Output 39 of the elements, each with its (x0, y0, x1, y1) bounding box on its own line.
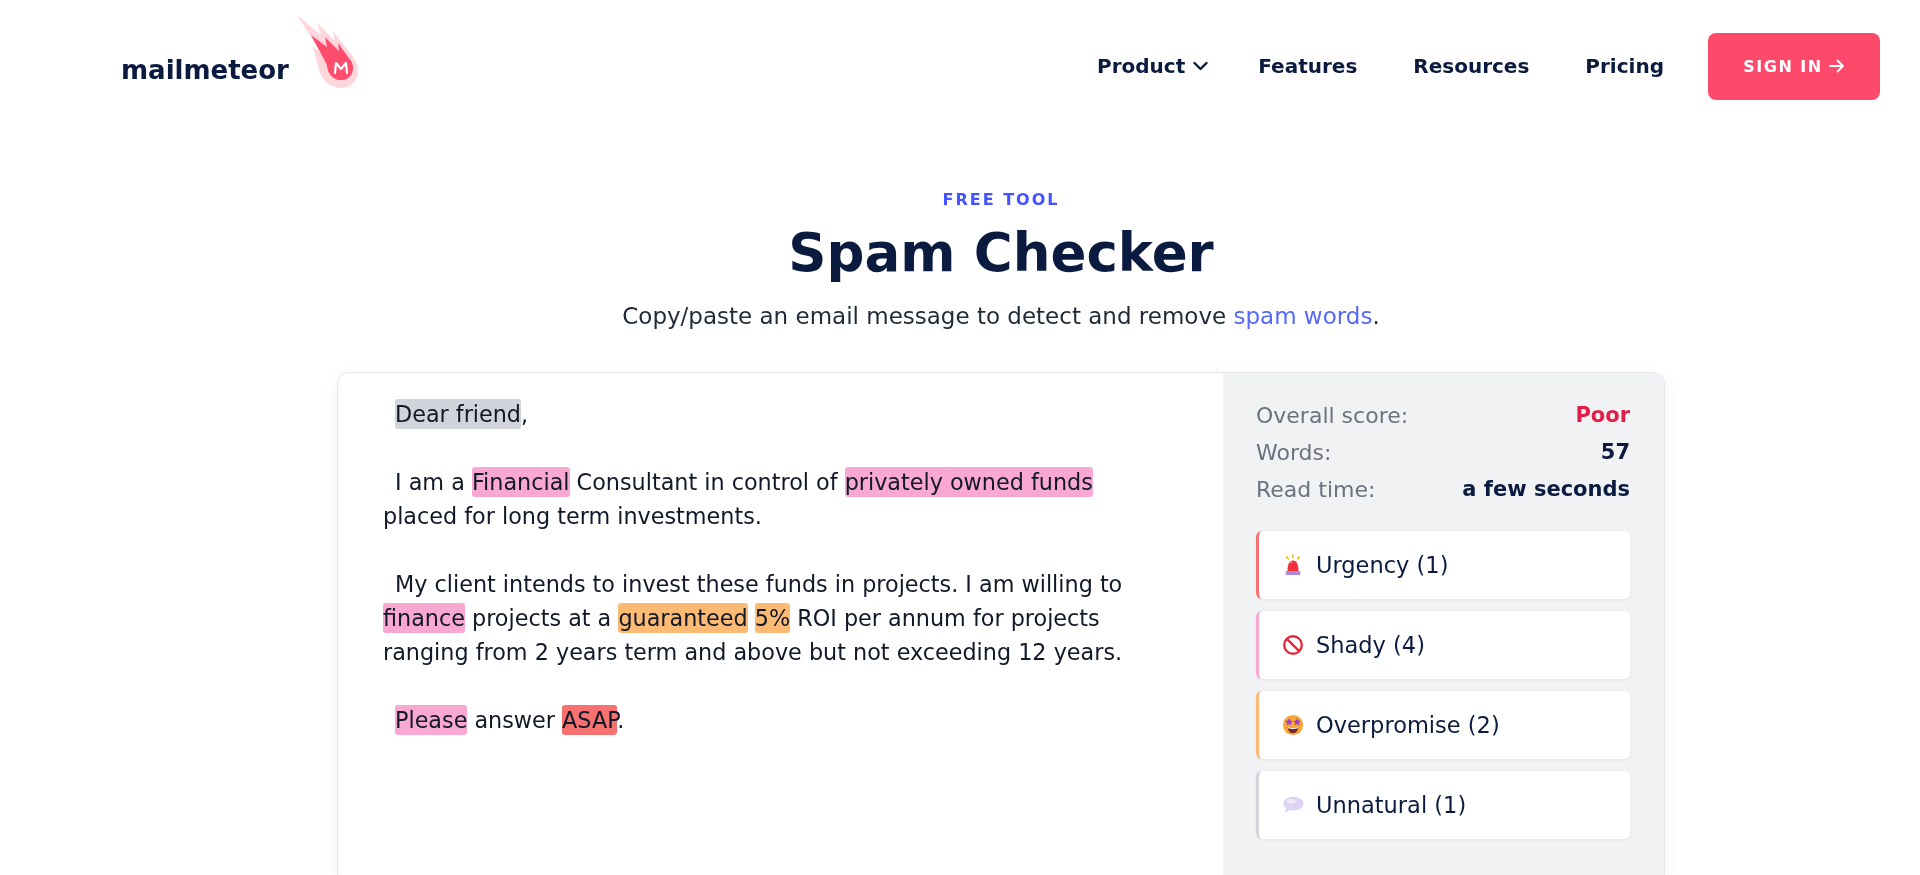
prohibited-sign-icon (1282, 634, 1304, 656)
logo-wordmark[interactable]: mailmeteor (121, 55, 289, 85)
spam-word-highlight: finance (383, 603, 465, 633)
stat-label: Read time: (1256, 476, 1376, 504)
spam-word-highlight: Please (395, 705, 468, 735)
email-paragraph: My client intends to invest these funds in projects. I am willing to finance projects at a guaranteed 5% ROI per annum for projects ranging from 2 years term and above but not exceeding 12 years. (383, 570, 1124, 667)
stat-label: Words: (1256, 439, 1332, 467)
spam-word-highlight: privately owned funds (844, 467, 1093, 497)
category-card[interactable]: Unnatural (1) (1256, 771, 1630, 839)
spam-word-highlight: guaranteed (618, 603, 748, 633)
category-label: Shady (4) (1316, 632, 1425, 658)
category-label: Unnatural (1) (1316, 792, 1467, 818)
speech-bubble-icon (1282, 794, 1304, 816)
spam-words-link[interactable]: spam words (1233, 303, 1373, 329)
stat-value: 57 (1600, 439, 1630, 466)
category-card[interactable]: Overpromise (2) (1256, 691, 1630, 759)
stat-label: Overall score: (1256, 402, 1409, 430)
category-card[interactable]: Shady (4) (1256, 611, 1630, 679)
stat-value: a few seconds (1462, 476, 1630, 503)
nav-link[interactable]: Features (1258, 54, 1358, 78)
arrow-right-icon (1828, 58, 1845, 74)
nav-link[interactable]: Product (1097, 54, 1209, 78)
category-label: Urgency (1) (1316, 552, 1449, 578)
email-paragraph: Dear friend, (394, 398, 530, 431)
spam-word-highlight: Financial (471, 467, 570, 497)
message-editor[interactable] (338, 373, 1223, 875)
stat-value: Poor (1575, 402, 1630, 429)
email-paragraph: I am a Financial Consultant in control of privately owned funds placed for long term investments. (383, 466, 1094, 531)
spam-word-highlight: Dear friend (395, 399, 522, 429)
category-card[interactable]: Urgency (1) (1256, 531, 1630, 599)
nav-link[interactable]: Pricing (1585, 54, 1664, 78)
category-label: Overpromise (2) (1316, 712, 1500, 738)
page-title: Spam Checker (787, 223, 1215, 283)
caret-icon (1193, 61, 1209, 71)
page-subtitle: Copy/paste an email message to detect and remove spam words. (622, 302, 1380, 331)
star-eyes-face-icon (1282, 714, 1304, 736)
eyebrow-label: FREE TOOL (941, 190, 1061, 210)
spam-word-highlight: 5% (754, 603, 791, 633)
nav-link[interactable]: Resources (1413, 54, 1530, 78)
